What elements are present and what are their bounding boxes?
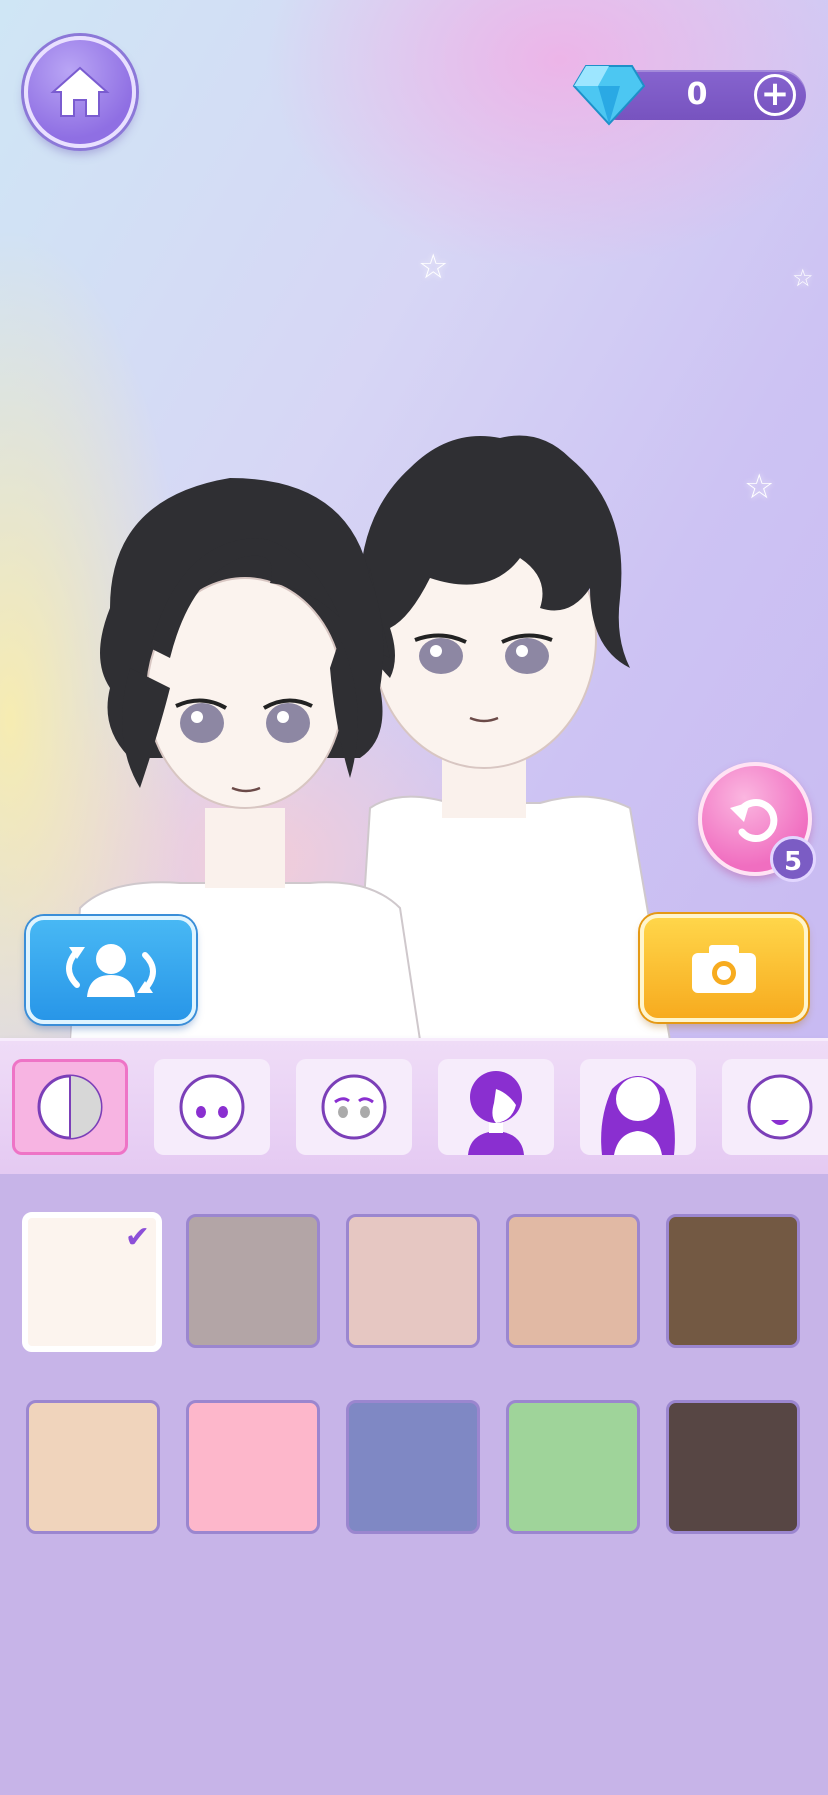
color-swatch[interactable]: ✔ bbox=[22, 1212, 162, 1352]
sparkle-icon: ☆ bbox=[418, 247, 449, 287]
undo-icon bbox=[730, 799, 778, 842]
color-swatch[interactable] bbox=[666, 1214, 800, 1348]
gem-count: 0 bbox=[686, 77, 708, 112]
swap-character-icon bbox=[66, 944, 156, 997]
diamond-icon bbox=[572, 65, 646, 126]
color-swatch[interactable] bbox=[506, 1400, 640, 1534]
character-stage: ☆ ☆ ☆ 0 + 5 bbox=[0, 0, 828, 1038]
color-swatch[interactable] bbox=[346, 1214, 480, 1348]
home-icon bbox=[50, 66, 110, 117]
swap-character-button[interactable] bbox=[26, 916, 196, 1024]
face-brows-icon bbox=[321, 1074, 387, 1140]
color-swatch[interactable] bbox=[506, 1214, 640, 1348]
color-swatch[interactable] bbox=[346, 1400, 480, 1534]
long-hair-icon bbox=[601, 1076, 675, 1155]
tab-skin-tone[interactable] bbox=[12, 1059, 128, 1155]
add-gems-button[interactable]: + bbox=[754, 74, 796, 116]
short-hair-icon bbox=[468, 1071, 524, 1155]
color-swatch[interactable] bbox=[26, 1400, 160, 1534]
undo-count-badge: 5 bbox=[770, 836, 816, 882]
check-icon: ✔ bbox=[124, 1220, 150, 1255]
tab-front-hair[interactable] bbox=[438, 1059, 554, 1155]
tab-back-hair[interactable] bbox=[580, 1059, 696, 1155]
camera-button[interactable] bbox=[640, 914, 808, 1022]
tab-eyes[interactable] bbox=[154, 1059, 270, 1155]
skin-color-palette: ✔ bbox=[0, 1174, 828, 1795]
color-swatch[interactable] bbox=[186, 1400, 320, 1534]
sparkle-icon: ☆ bbox=[792, 264, 814, 292]
skin-tone-icon bbox=[37, 1074, 103, 1140]
camera-icon bbox=[692, 945, 756, 993]
color-swatch[interactable] bbox=[186, 1214, 320, 1348]
tab-mouth[interactable] bbox=[722, 1059, 828, 1155]
color-swatch[interactable] bbox=[666, 1400, 800, 1534]
tab-eyebrows[interactable] bbox=[296, 1059, 412, 1155]
customization-tab-bar bbox=[0, 1038, 828, 1177]
face-mouth-icon bbox=[747, 1074, 813, 1140]
home-button[interactable] bbox=[24, 36, 136, 148]
face-eyes-icon bbox=[179, 1074, 245, 1140]
